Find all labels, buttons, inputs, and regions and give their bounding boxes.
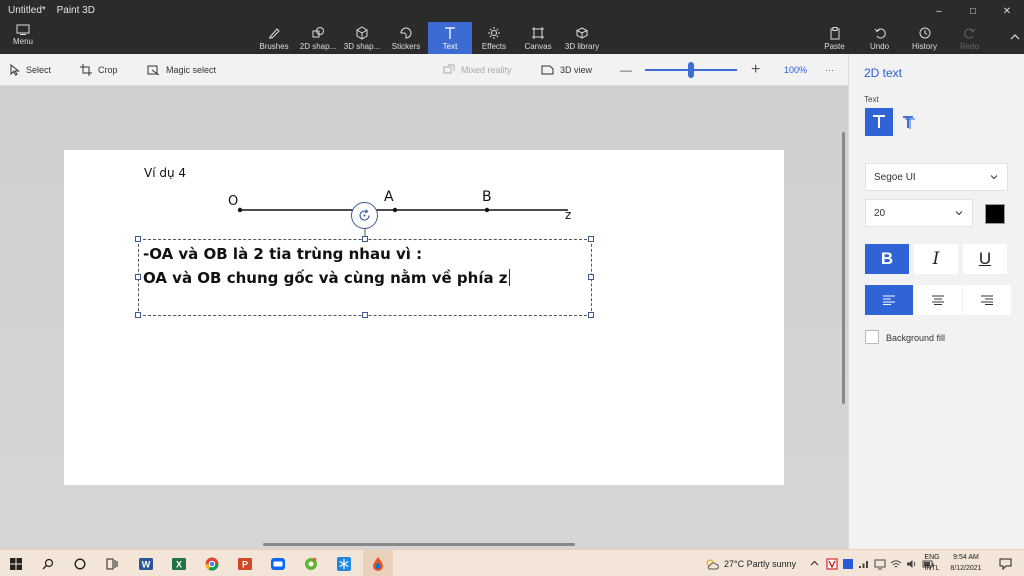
text-color-swatch[interactable] (985, 204, 1005, 224)
align-right-button[interactable] (963, 285, 1011, 315)
text-line-2-content: OA và OB chung gốc và cùng nằm về phía z (143, 269, 508, 287)
3d-text-mode-button[interactable] (895, 108, 923, 136)
volume-icon[interactable] (906, 558, 918, 570)
align-left-icon (883, 295, 895, 305)
snowflake-icon (337, 556, 351, 571)
rotate-handle[interactable] (351, 202, 378, 229)
display-icon[interactable] (874, 558, 886, 570)
italic-button[interactable]: I (914, 244, 958, 274)
partly-sunny-icon (706, 559, 719, 569)
text-section-label: Text (864, 95, 879, 104)
task-view-button[interactable] (100, 550, 124, 576)
search-icon (42, 558, 54, 569)
bold-button[interactable]: B (865, 244, 909, 274)
windows-taskbar: W X P 27°C Partly sunny ENG INTL 9:54 AM… (0, 549, 1024, 576)
word-icon: W (139, 557, 153, 570)
point-a-dot (392, 207, 398, 213)
underline-button[interactable]: U (963, 244, 1007, 274)
2d-text-icon (873, 115, 885, 128)
weather-widget[interactable]: 27°C Partly sunny (704, 550, 796, 576)
align-left-button[interactable] (865, 285, 913, 315)
zalo-app[interactable] (266, 550, 290, 576)
cortana-button[interactable] (68, 550, 92, 576)
chevron-up-icon (810, 560, 819, 566)
paint3d-icon (373, 556, 383, 571)
powerpoint-app[interactable]: P (233, 550, 257, 576)
start-button[interactable] (4, 550, 28, 576)
word-app[interactable]: W (134, 550, 158, 576)
notifications-button[interactable] (999, 550, 1012, 576)
align-center-button[interactable] (914, 285, 962, 315)
paint3d-app[interactable] (363, 550, 393, 576)
resize-handle-right[interactable] (588, 274, 594, 280)
clock-time: 9:54 AM (953, 554, 979, 561)
text-box[interactable]: -OA và OB là 2 tia trùng nhau vì : OA và… (138, 239, 592, 316)
network-icon[interactable] (858, 558, 870, 570)
chevron-down-icon (955, 211, 963, 216)
panel-title: 2D text (864, 66, 903, 80)
weather-text: 27°C Partly sunny (724, 558, 797, 569)
tray-icons (826, 550, 934, 576)
text-caret (508, 269, 510, 286)
resize-handle-bottom-left[interactable] (135, 312, 141, 318)
language-code: ENG (924, 554, 940, 561)
snowflake-app[interactable] (332, 550, 356, 576)
2d-text-mode-button[interactable] (865, 108, 893, 136)
background-fill-checkbox[interactable] (865, 330, 879, 344)
powerpoint-icon: P (238, 557, 252, 570)
font-size-dropdown[interactable]: 20 (865, 199, 973, 227)
font-family-value: Segoe UI (874, 171, 916, 183)
coccoc-app[interactable] (299, 550, 323, 576)
excel-app[interactable]: X (167, 550, 191, 576)
text-line-2: OA và OB chung gốc và cùng nằm về phía z (143, 269, 510, 287)
clock-date: 8/12/2021 (950, 565, 982, 572)
clock[interactable]: 9:54 AM 8/12/2021 (944, 552, 988, 574)
excel-icon: X (172, 557, 186, 570)
wifi-icon[interactable] (890, 558, 902, 570)
windows-logo-icon (10, 557, 22, 570)
antivirus-icon[interactable] (826, 558, 838, 570)
text-line-1: -OA và OB là 2 tia trùng nhau vì : (143, 245, 423, 263)
zalo-icon (271, 557, 285, 570)
point-o-dot (237, 207, 243, 213)
font-family-dropdown[interactable]: Segoe UI (865, 163, 1008, 191)
rotate-icon (359, 209, 370, 221)
input-language-indicator[interactable]: ENG INTL (920, 552, 944, 574)
cortana-circle-icon (74, 557, 86, 570)
point-z-label: z (565, 208, 572, 222)
background-fill-label: Background fill (886, 333, 946, 343)
notification-icon (999, 558, 1012, 570)
point-b-label: B (482, 189, 492, 205)
align-center-icon (932, 295, 944, 305)
resize-handle-top[interactable] (362, 236, 368, 242)
resize-handle-bottom[interactable] (362, 312, 368, 318)
align-right-icon (981, 295, 993, 305)
point-o-label: O (228, 194, 239, 209)
text-side-panel: 2D text Text Segoe UI 20 B I U Backgroun… (848, 54, 1024, 549)
chrome-icon (205, 557, 219, 570)
resize-handle-top-left[interactable] (135, 236, 141, 242)
task-view-icon (106, 558, 118, 569)
point-b-dot (484, 207, 490, 213)
svg-text:P: P (242, 559, 248, 569)
resize-handle-top-right[interactable] (588, 236, 594, 242)
search-button[interactable] (36, 550, 60, 576)
3d-text-icon (903, 116, 915, 129)
coccoc-icon (305, 557, 317, 570)
font-size-value: 20 (874, 207, 886, 219)
unikey-icon[interactable] (842, 558, 854, 570)
resize-handle-left[interactable] (135, 274, 141, 280)
resize-handle-bottom-right[interactable] (588, 312, 594, 318)
show-hidden-icons-button[interactable] (810, 550, 819, 576)
keyboard-layout: INTL (924, 565, 940, 572)
chevron-down-icon (990, 175, 998, 180)
svg-text:X: X (176, 559, 182, 569)
chrome-app[interactable] (200, 550, 224, 576)
point-a-label: A (384, 189, 394, 205)
svg-text:W: W (142, 559, 151, 569)
